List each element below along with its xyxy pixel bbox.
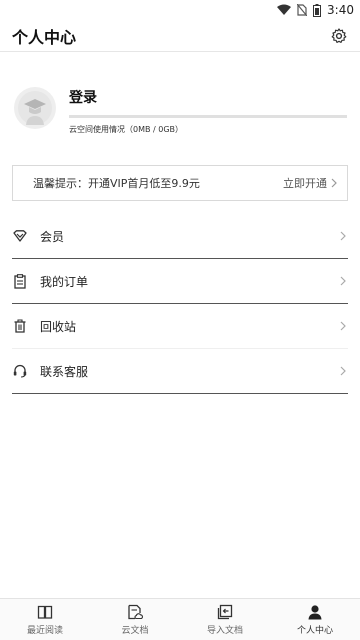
page-title: 个人中心 (12, 27, 77, 47)
menu-item-recycle-bin[interactable]: 回收站 (12, 304, 348, 349)
book-icon (37, 605, 53, 619)
trash-icon (12, 318, 28, 334)
chevron-right-icon (338, 366, 348, 376)
avatar[interactable] (14, 87, 56, 129)
menu-item-vip[interactable]: 会员 (12, 214, 348, 259)
app-bar: 个人中心 (0, 20, 360, 52)
nav-item-recent-reading[interactable]: 最近阅读 (0, 599, 90, 640)
gear-icon (331, 27, 347, 43)
chevron-right-icon (331, 178, 337, 188)
menu-item-label: 联系客服 (40, 364, 89, 379)
menu-item-label: 回收站 (40, 319, 77, 334)
bottom-nav: 最近阅读 云文档 导入文档 个人中心 (0, 598, 360, 640)
graduate-avatar-icon (18, 91, 52, 125)
nav-item-cloud-docs[interactable]: 云文档 (90, 599, 180, 640)
no-sim-icon (297, 4, 308, 16)
menu-item-label: 会员 (40, 229, 65, 244)
chevron-right-icon (338, 231, 348, 241)
battery-icon (313, 3, 322, 17)
nav-label: 个人中心 (296, 625, 333, 636)
clock: 3:40 (327, 3, 354, 17)
chevron-right-icon (338, 276, 348, 286)
status-bar: 3:40 (0, 0, 360, 20)
login-label[interactable]: 登录 (69, 87, 347, 107)
vip-promo-banner[interactable]: 温馨提示：开通VIP首月低至9.9元 立即开通 (12, 165, 348, 201)
import-icon (217, 604, 233, 619)
clipboard-icon (12, 273, 28, 289)
menu-item-label: 我的订单 (40, 274, 89, 289)
headset-icon (12, 363, 28, 379)
nav-label: 导入文档 (206, 625, 243, 636)
menu-item-customer-service[interactable]: 联系客服 (12, 349, 348, 394)
nav-label: 最近阅读 (26, 625, 63, 636)
vip-open-label: 立即开通 (283, 177, 327, 190)
settings-button[interactable] (328, 25, 350, 47)
profile-info: 登录 云空间使用情况（0MB / 0GB） (69, 87, 347, 135)
storage-progress-bar (69, 115, 347, 118)
menu-item-orders[interactable]: 我的订单 (12, 259, 348, 304)
vip-tip-text: 温馨提示：开通VIP首月低至9.9元 (33, 177, 200, 190)
cloud-doc-icon (128, 604, 143, 619)
wifi-icon (277, 4, 292, 15)
nav-item-import-docs[interactable]: 导入文档 (180, 599, 270, 640)
storage-usage-text: 云空间使用情况（0MB / 0GB） (69, 125, 184, 134)
chevron-right-icon (338, 321, 348, 331)
nav-label: 云文档 (121, 625, 149, 636)
menu-list: 会员 我的订单 回收站 联系客服 (0, 214, 360, 394)
person-icon (308, 604, 322, 619)
vip-diamond-icon (12, 228, 28, 244)
vip-open-button[interactable]: 立即开通 (283, 175, 337, 191)
nav-item-personal-center[interactable]: 个人中心 (270, 599, 360, 640)
profile-section[interactable]: 登录 云空间使用情况（0MB / 0GB） (0, 52, 360, 152)
